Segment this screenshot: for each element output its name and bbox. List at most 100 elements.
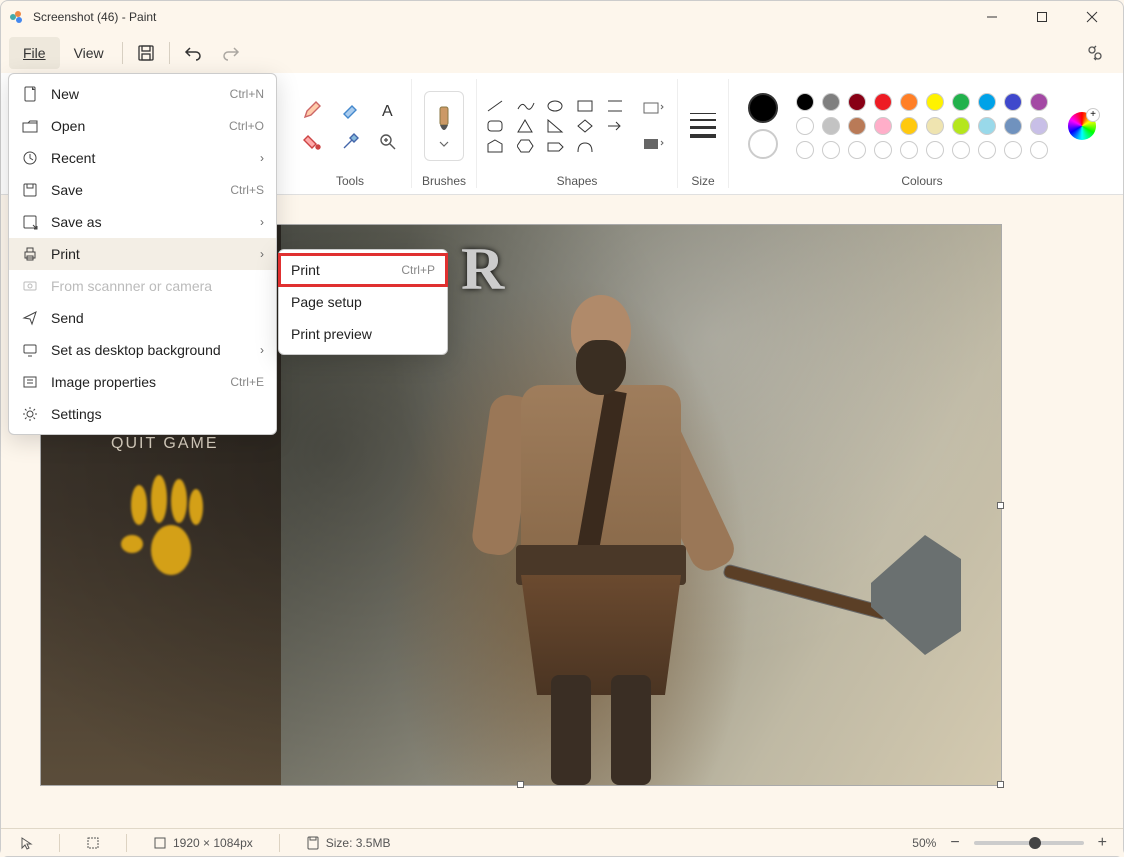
open-icon	[21, 118, 39, 134]
menu-item-set-as-desktop-background[interactable]: Set as desktop background›	[9, 334, 276, 366]
shape-option[interactable]	[487, 139, 505, 153]
submenu-item-print-preview[interactable]: Print preview	[279, 318, 447, 350]
submenu-item-print[interactable]: PrintCtrl+P	[279, 254, 447, 286]
brushes-group: Brushes	[412, 79, 477, 188]
color-swatch[interactable]	[848, 93, 866, 111]
color-swatch[interactable]	[874, 93, 892, 111]
send-icon	[21, 310, 39, 326]
color-swatch[interactable]	[822, 93, 840, 111]
shape-option[interactable]	[517, 119, 535, 133]
zoom-slider[interactable]	[974, 841, 1084, 845]
color-2[interactable]	[748, 129, 778, 159]
color-swatch[interactable]	[952, 93, 970, 111]
redo-button[interactable]	[212, 36, 250, 70]
color-swatch[interactable]	[796, 141, 814, 159]
color-swatch[interactable]	[926, 93, 944, 111]
color-palette[interactable]	[796, 93, 1050, 159]
menu-item-save[interactable]: SaveCtrl+S	[9, 174, 276, 206]
color-1[interactable]	[748, 93, 778, 123]
submenu-item-page-setup[interactable]: Page setup	[279, 286, 447, 318]
shape-option[interactable]	[577, 139, 595, 153]
menu-item-open[interactable]: OpenCtrl+O	[9, 110, 276, 142]
color-swatch[interactable]	[822, 117, 840, 135]
picker-tool[interactable]	[337, 129, 363, 155]
quick-save-button[interactable]	[127, 36, 165, 70]
color-swatch[interactable]	[952, 117, 970, 135]
color-swatch[interactable]	[822, 141, 840, 159]
file-menu: NewCtrl+NOpenCtrl+ORecent›SaveCtrl+SSave…	[8, 73, 277, 435]
color-swatch[interactable]	[900, 117, 918, 135]
shape-option[interactable]	[547, 99, 565, 113]
menu-item-label: From scannner or camera	[51, 278, 212, 294]
color-swatch[interactable]	[796, 117, 814, 135]
color-swatch[interactable]	[1004, 117, 1022, 135]
menu-item-settings[interactable]: Settings	[9, 398, 276, 430]
size-group: Size	[678, 79, 729, 188]
shape-outline-button[interactable]	[641, 95, 667, 121]
zoom-in-button[interactable]: +	[1092, 834, 1113, 852]
shape-option[interactable]	[577, 99, 595, 113]
edit-colors-button[interactable]	[1068, 112, 1096, 140]
shape-option[interactable]	[607, 139, 625, 153]
shape-option[interactable]	[487, 119, 505, 133]
brushes-button[interactable]	[424, 91, 464, 161]
image-dimensions: 1920 × 1084px	[145, 836, 261, 850]
shape-option[interactable]	[607, 119, 625, 133]
shortcut: Ctrl+O	[229, 119, 264, 133]
menu-item-new[interactable]: NewCtrl+N	[9, 78, 276, 110]
color-swatch[interactable]	[926, 117, 944, 135]
menu-item-print[interactable]: Print›	[9, 238, 276, 270]
resize-handle[interactable]	[997, 781, 1004, 788]
menu-item-recent[interactable]: Recent›	[9, 142, 276, 174]
shape-option[interactable]	[517, 139, 535, 153]
shapes-gallery[interactable]	[487, 99, 627, 153]
close-button[interactable]	[1069, 1, 1115, 33]
desktop-icon	[21, 342, 39, 358]
color-swatch[interactable]	[1030, 93, 1048, 111]
shape-option[interactable]	[517, 99, 535, 113]
zoom-out-button[interactable]: −	[944, 834, 965, 852]
pencil-tool[interactable]	[299, 97, 325, 123]
color-swatch[interactable]	[1004, 93, 1022, 111]
eraser-tool[interactable]	[337, 97, 363, 123]
color-swatch[interactable]	[1030, 117, 1048, 135]
menu-view[interactable]: View	[60, 37, 118, 69]
color-swatch[interactable]	[848, 117, 866, 135]
text-tool[interactable]: A	[375, 97, 401, 123]
color-swatch[interactable]	[952, 141, 970, 159]
undo-button[interactable]	[174, 36, 212, 70]
menu-item-save-as[interactable]: Save as›	[9, 206, 276, 238]
shape-option[interactable]	[547, 119, 565, 133]
color-swatch[interactable]	[874, 117, 892, 135]
minimize-button[interactable]	[969, 1, 1015, 33]
image-detail	[101, 465, 221, 605]
magnifier-tool[interactable]	[375, 129, 401, 155]
color-swatch[interactable]	[978, 141, 996, 159]
fill-tool[interactable]	[299, 129, 325, 155]
color-swatch[interactable]	[900, 141, 918, 159]
shape-option[interactable]	[577, 119, 595, 133]
color-swatch[interactable]	[926, 141, 944, 159]
shape-option[interactable]	[547, 139, 565, 153]
shape-option[interactable]	[487, 99, 505, 113]
shape-fill-button[interactable]	[641, 131, 667, 157]
color-swatch[interactable]	[1030, 141, 1048, 159]
settings-button[interactable]	[1075, 35, 1115, 71]
resize-handle[interactable]	[997, 502, 1004, 509]
zoom-level: 50%	[912, 836, 936, 850]
menu-item-send[interactable]: Send	[9, 302, 276, 334]
resize-handle[interactable]	[517, 781, 524, 788]
menu-item-image-properties[interactable]: Image propertiesCtrl+E	[9, 366, 276, 398]
color-swatch[interactable]	[978, 93, 996, 111]
color-swatch[interactable]	[874, 141, 892, 159]
maximize-button[interactable]	[1019, 1, 1065, 33]
color-swatch[interactable]	[848, 141, 866, 159]
color-swatch[interactable]	[978, 117, 996, 135]
shape-option[interactable]	[607, 99, 625, 113]
menu-item-label: Settings	[51, 406, 102, 422]
menu-file[interactable]: File	[9, 37, 60, 69]
color-swatch[interactable]	[796, 93, 814, 111]
color-swatch[interactable]	[900, 93, 918, 111]
color-swatch[interactable]	[1004, 141, 1022, 159]
size-button[interactable]	[688, 96, 718, 156]
